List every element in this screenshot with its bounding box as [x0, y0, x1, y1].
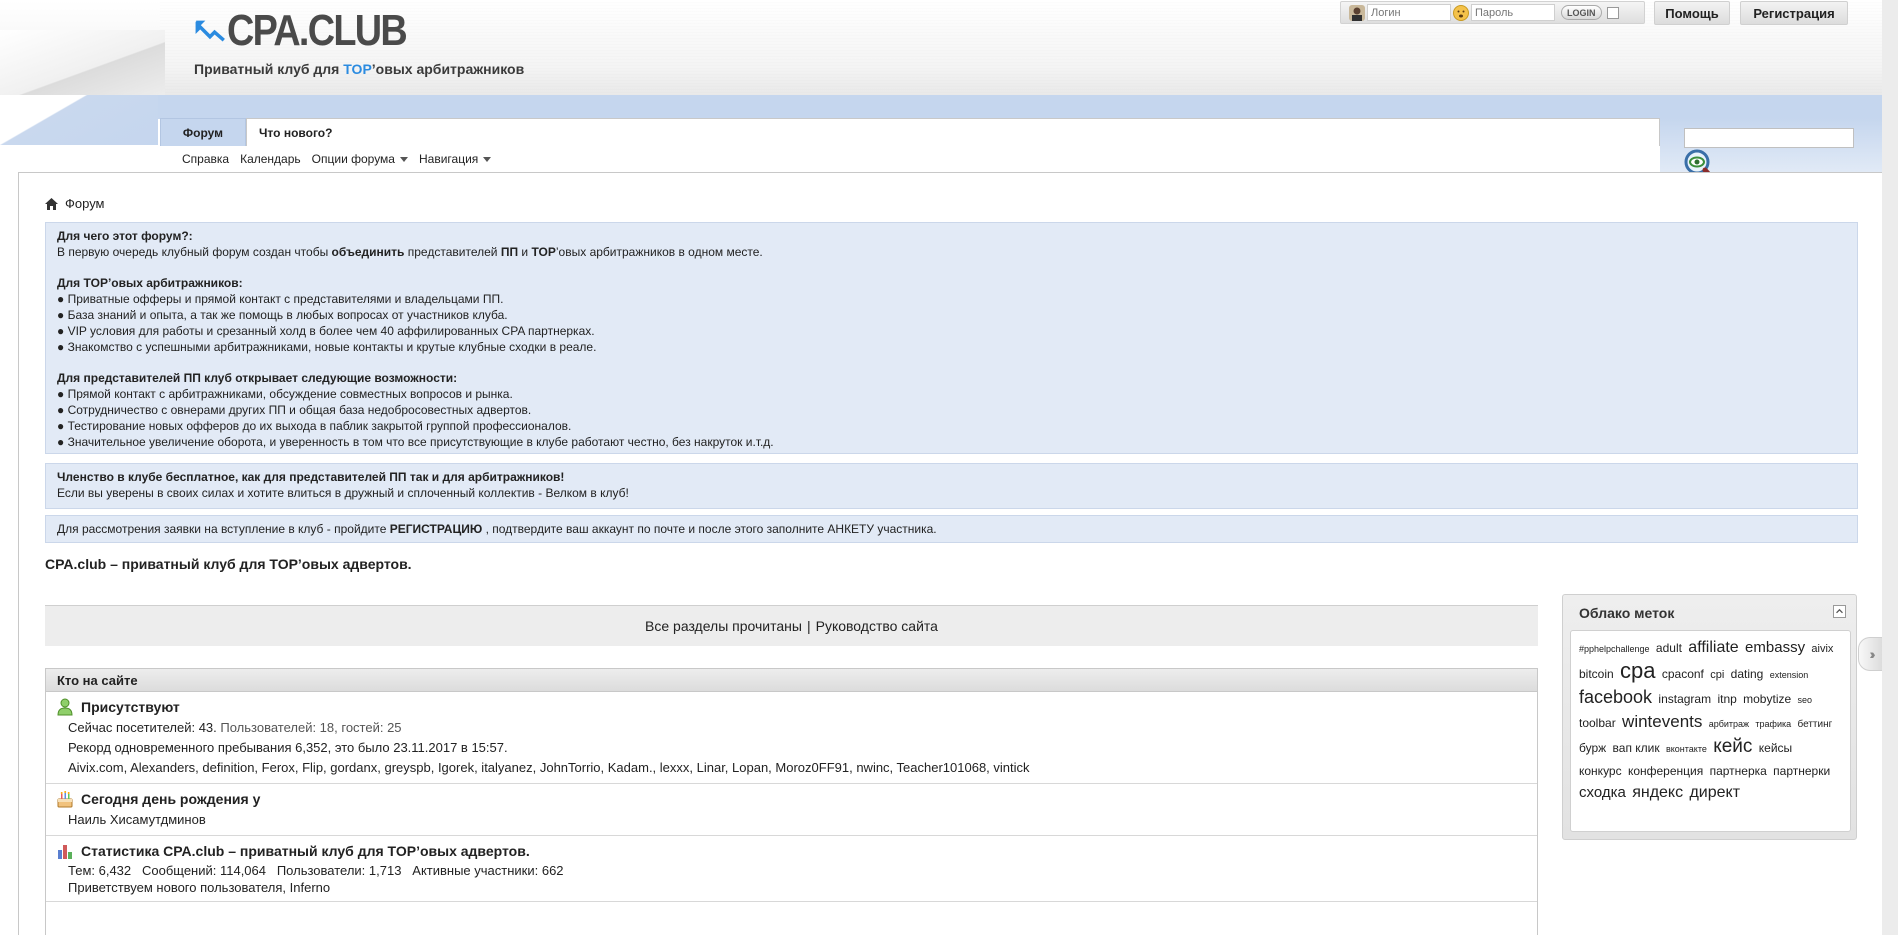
login-username-input[interactable]	[1367, 4, 1451, 21]
tag-cloud-title: Облако меток	[1579, 605, 1675, 621]
tag-link[interactable]: партнерки	[1773, 764, 1830, 778]
tag-link[interactable]: яндекс	[1632, 784, 1683, 801]
list-item: ● Тестирование новых офферов до их выход…	[57, 419, 572, 433]
breadcrumb: Форум	[45, 196, 105, 211]
tag-cloud-block: Облако меток #pphelpchallenge adult affi…	[1562, 594, 1857, 840]
tag-link[interactable]: itnp	[1717, 692, 1736, 706]
tag-link[interactable]: кейсы	[1759, 741, 1792, 755]
tag-link[interactable]: бурж	[1579, 741, 1606, 755]
list-item: ● Знакомство с успешными арбитражниками,…	[57, 340, 597, 354]
site-leaders-link[interactable]: Руководство сайта	[816, 618, 938, 634]
tag-link[interactable]: #pphelpchallenge	[1579, 644, 1650, 654]
login-password-input[interactable]	[1471, 4, 1555, 21]
register-button[interactable]: Регистрация	[1740, 1, 1848, 25]
list-item: ● База знаний и опыта, а так же помощь в…	[57, 308, 508, 322]
list-item: ● Приватные офферы и прямой контакт с пр…	[57, 292, 504, 306]
tag-link[interactable]: seo	[1798, 695, 1813, 705]
mark-all-read-link[interactable]: Все разделы прочитаны	[645, 618, 802, 634]
site-tagline: Приватный клуб для TOP’овых арбитражнико…	[194, 61, 525, 77]
tag-link[interactable]: партнерка	[1710, 764, 1767, 778]
bar-chart-icon	[58, 845, 72, 859]
remember-me-checkbox[interactable]	[1606, 6, 1619, 19]
list-item: ● Значительное увеличение оборота, и уве…	[57, 435, 774, 449]
sub-navigation: Справка Календарь Опции форума Навигация	[182, 151, 492, 167]
online-present-section: Присутствуют Сейчас посетителей: 43. Пол…	[46, 692, 1537, 784]
tag-link[interactable]: instagram	[1658, 692, 1711, 706]
tag-link[interactable]: трафика	[1755, 719, 1791, 729]
list-item: ● Прямой контакт с арбитражниками, обсуж…	[57, 387, 513, 401]
subnav-forum-options[interactable]: Опции форума	[312, 151, 408, 167]
tag-link[interactable]: арбитраж	[1709, 719, 1749, 729]
tag-link[interactable]: вконтакте	[1666, 744, 1707, 754]
logo-text: CPA.CLUB	[226, 6, 408, 55]
nav-blue-band	[150, 95, 1882, 119]
password-face-icon	[1453, 4, 1469, 21]
page-title: CPA.club – приватный клуб для TOP’овых а…	[45, 556, 412, 572]
breadcrumb-forum-link[interactable]: Форум	[65, 196, 105, 211]
online-stats-section: Статистика CPA.club – приватный клуб для…	[46, 836, 1537, 902]
help-button[interactable]: Помощь	[1654, 1, 1730, 25]
tag-link[interactable]: bitcoin	[1579, 667, 1614, 681]
tag-link[interactable]: mobytize	[1743, 692, 1791, 706]
tag-link[interactable]: wintevents	[1622, 712, 1702, 731]
login-form: LOGIN	[1340, 1, 1645, 24]
tab-whats-new[interactable]: Что нового?	[246, 118, 1660, 146]
tag-link[interactable]: беттинг	[1797, 719, 1832, 730]
subnav-navigation[interactable]: Навигация	[419, 151, 492, 167]
tag-link[interactable]: конференция	[1628, 764, 1703, 778]
visitors-link[interactable]: посетителей: 43.	[116, 720, 217, 735]
nav-blue-band-left	[0, 95, 158, 145]
birthday-user-link[interactable]: Наиль Хисамутдминов	[46, 810, 1537, 830]
user-icon	[57, 698, 73, 716]
tag-link[interactable]: toolbar	[1579, 716, 1616, 730]
chevron-down-icon	[399, 156, 408, 162]
online-users-list[interactable]: Aivix.com, Alexanders, definition, Ferox…	[46, 758, 1537, 778]
cake-icon	[57, 791, 73, 808]
tag-link[interactable]: facebook	[1579, 687, 1652, 707]
newest-user-link[interactable]: Inferno	[290, 880, 330, 895]
tag-link[interactable]: cpaconf	[1662, 667, 1704, 681]
tag-link[interactable]: сходка	[1579, 784, 1626, 801]
tag-link[interactable]: конкурс	[1579, 764, 1622, 778]
header-diagonal	[0, 30, 165, 100]
site-logo[interactable]: CPA.CLUB	[195, 8, 435, 54]
tag-link[interactable]: вап клик	[1613, 741, 1660, 755]
login-button[interactable]: LOGIN	[1561, 5, 1602, 20]
tab-forum[interactable]: Форум	[160, 118, 246, 146]
right-gutter	[1882, 0, 1898, 935]
whos-online-block: Кто на сайте Присутствуют Сейчас посетит…	[45, 668, 1538, 935]
user-avatar-icon	[1349, 4, 1365, 21]
tag-link[interactable]: cpa	[1620, 658, 1655, 683]
tag-link[interactable]: adult	[1656, 641, 1682, 655]
tag-link[interactable]: aivix	[1811, 643, 1833, 655]
tag-link[interactable]: extension	[1770, 670, 1809, 680]
registration-link[interactable]: РЕГИСТРАЦИЮ	[390, 522, 483, 536]
tag-cloud-body: #pphelpchallenge adult affiliate embassy…	[1570, 630, 1851, 832]
subnav-calendar[interactable]: Календарь	[240, 151, 301, 167]
forum-actions-bar: Все разделы прочитаны | Руководство сайт…	[45, 605, 1538, 646]
whos-online-header: Кто на сайте	[46, 669, 1537, 692]
tag-link[interactable]: affiliate	[1688, 639, 1738, 656]
collapse-icon[interactable]	[1833, 605, 1846, 618]
list-item: ● VIP условия для работы и срезанный хол…	[57, 324, 595, 338]
tag-link[interactable]: директ	[1689, 784, 1740, 801]
tag-link[interactable]: кейс	[1713, 736, 1752, 757]
notice-about-forum: Для чего этот форум?: В первую очередь к…	[45, 222, 1858, 454]
notice-registration: Для рассмотрения заявки на вступление в …	[45, 515, 1858, 543]
tag-link[interactable]: cpi	[1710, 669, 1724, 681]
notice-membership: Членство в клубе бесплатное, как для пре…	[45, 463, 1858, 509]
home-icon[interactable]	[45, 197, 58, 210]
logo-arrow-icon	[195, 20, 225, 42]
list-item: ● Сотрудничество с овнерами других ПП и …	[57, 403, 532, 417]
tag-link[interactable]: dating	[1731, 667, 1764, 681]
chevron-down-icon	[483, 156, 492, 162]
sidebar-toggle-icon[interactable]: ›››	[1858, 637, 1882, 671]
tag-link[interactable]: embassy	[1745, 639, 1805, 656]
online-birthday-section: Сегодня день рождения у Наиль Хисамутдми…	[46, 784, 1537, 836]
search-input[interactable]	[1684, 128, 1854, 148]
subnav-help[interactable]: Справка	[182, 151, 229, 167]
